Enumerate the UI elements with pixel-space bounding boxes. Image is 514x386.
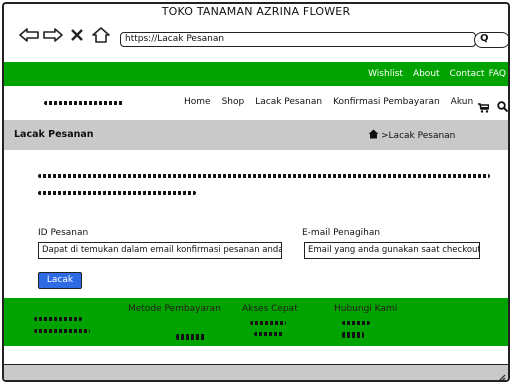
footer-payment-logo-scribble (176, 334, 206, 340)
resize-handle-icon[interactable] (496, 373, 506, 382)
top-links-bar: Wishlist About Contact FAQ (4, 62, 508, 86)
search-icon: Q (480, 33, 489, 44)
menu-home[interactable]: Home (184, 97, 211, 107)
menu-shop[interactable]: Shop (222, 97, 245, 107)
intro-text-scribble (38, 174, 490, 178)
window-title: TOKO TANAMAN AZRINA FLOWER (161, 5, 351, 18)
order-id-label: ID Pesanan (38, 228, 89, 238)
browser-window: TOKO TANAMAN AZRINA FLOWER https://Lacak… (2, 2, 510, 382)
footer-text-scribble (34, 329, 90, 333)
footer-contact-scribble (342, 321, 370, 325)
close-icon[interactable] (68, 24, 86, 46)
forward-arrow-icon[interactable] (42, 24, 64, 46)
footer-text-scribble (34, 317, 82, 321)
browser-search-button[interactable]: Q (474, 32, 508, 48)
email-input[interactable]: Email yang anda gunakan saat checkout (304, 242, 480, 259)
main-menu: Home Shop Lacak Pesanan Konfirmasi Pemba… (4, 88, 508, 118)
footer-heading-payment: Metode Pembayaran (128, 304, 221, 314)
menu-akun[interactable]: Akun (451, 97, 474, 107)
menu-lacak-pesanan[interactable]: Lacak Pesanan (255, 97, 322, 107)
logo-scribble (44, 101, 124, 105)
url-bar[interactable]: https://Lacak Pesanan (120, 32, 476, 47)
window-bottom-bar (4, 364, 508, 382)
breadcrumb-current: >Lacak Pesanan (381, 130, 456, 141)
order-id-input[interactable]: Dapat di temukan dalam email konfirmasi … (38, 242, 282, 259)
menu-konfirmasi-pembayaran[interactable]: Konfirmasi Pembayaran (333, 97, 440, 107)
intro-text-scribble (38, 191, 196, 195)
footer-quick-link-scribble (250, 321, 286, 325)
footer-heading-quick-access: Akses Cepat (242, 304, 298, 314)
email-label: E-mail Penagihan (302, 228, 381, 238)
page-title: Lacak Pesanan (14, 129, 94, 140)
wishlist-link[interactable]: Wishlist (368, 69, 403, 79)
lacak-button[interactable]: Lacak (38, 272, 82, 289)
footer-heading-contact: Hubungi Kami (334, 304, 398, 314)
back-arrow-icon[interactable] (18, 24, 40, 46)
search-icon[interactable] (497, 97, 508, 116)
about-link[interactable]: About (413, 69, 440, 79)
breadcrumb-path[interactable]: >Lacak Pesanan (368, 129, 455, 142)
footer: Metode Pembayaran Akses Cepat Hubungi Ka… (4, 298, 508, 346)
home-icon[interactable] (368, 129, 379, 142)
faq-link[interactable]: FAQ (489, 69, 506, 79)
footer-quick-link-scribble (254, 332, 284, 336)
cart-icon[interactable] (478, 98, 491, 117)
footer-contact-scribble (342, 332, 364, 338)
breadcrumb: Lacak Pesanan >Lacak Pesanan (4, 120, 508, 150)
contact-link[interactable]: Contact (450, 69, 485, 79)
home-icon[interactable] (90, 24, 112, 46)
